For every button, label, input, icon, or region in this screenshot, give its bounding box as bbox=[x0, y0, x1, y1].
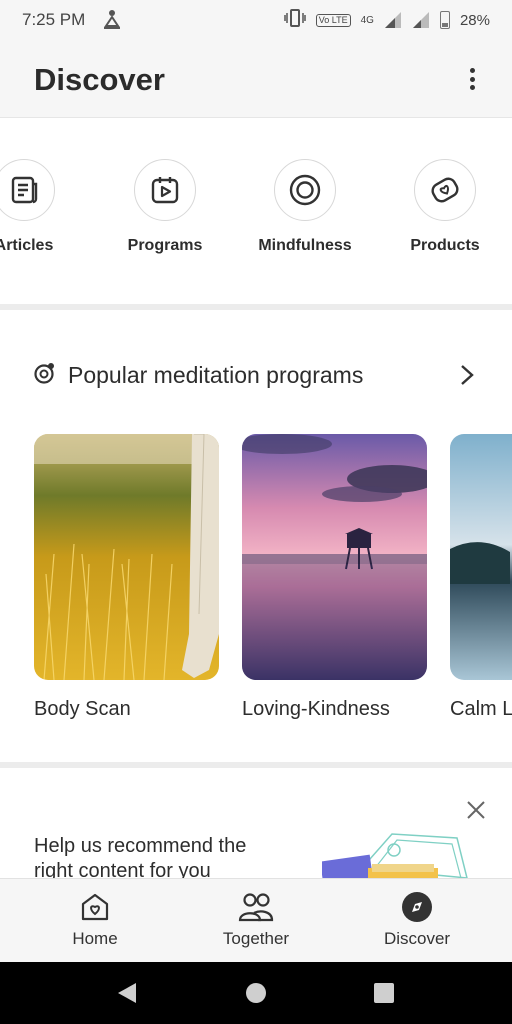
system-navigation-bar bbox=[0, 962, 512, 1024]
program-thumbnail bbox=[242, 434, 427, 680]
nav-label: Together bbox=[222, 929, 290, 948]
program-thumbnail bbox=[34, 434, 219, 680]
section-header[interactable]: Popular meditation programs bbox=[34, 362, 363, 389]
category-programs[interactable]: Programs bbox=[95, 159, 235, 255]
volte-badge: Vo LTE bbox=[315, 13, 351, 27]
nav-home[interactable]: Home bbox=[30, 889, 160, 949]
program-name: Calm L bbox=[450, 698, 512, 720]
nav-together[interactable]: Together bbox=[191, 889, 321, 949]
category-row: Articles Programs Mindfulness Products bbox=[0, 119, 512, 310]
status-time: 7:25 PM bbox=[22, 10, 86, 29]
status-icons: Vo LTE 4G 28% bbox=[284, 9, 490, 31]
battery-icon bbox=[439, 11, 450, 29]
signal-icon bbox=[384, 11, 402, 29]
vibrate-icon bbox=[284, 9, 306, 31]
category-label: Programs bbox=[127, 237, 203, 254]
bottom-navigation: Home Together Discover bbox=[0, 878, 512, 962]
nav-label: Discover bbox=[383, 929, 451, 948]
network-label: 4G bbox=[360, 14, 374, 26]
battery-percent: 28% bbox=[459, 11, 490, 29]
category-products[interactable]: Products bbox=[375, 159, 512, 255]
recommend-illustration bbox=[320, 828, 482, 878]
recommend-banner: Help us recommend the right content for … bbox=[0, 774, 512, 878]
recommend-line-2: right content for you bbox=[34, 860, 211, 878]
status-bar: 7:25 PM Vo LTE 4G 28% bbox=[0, 0, 512, 40]
close-icon[interactable] bbox=[466, 800, 486, 820]
home-heart-icon bbox=[30, 889, 160, 925]
category-label: Mindfulness bbox=[258, 237, 352, 254]
category-label: Articles bbox=[0, 237, 54, 254]
popular-programs-section: Popular meditation programs Body Scan Lo… bbox=[0, 316, 512, 768]
article-icon bbox=[0, 159, 55, 221]
program-name: Body Scan bbox=[34, 698, 131, 720]
compass-icon bbox=[352, 889, 482, 925]
page-title: Discover bbox=[34, 62, 165, 97]
home-circle-icon[interactable] bbox=[245, 982, 267, 1009]
app-header: Discover bbox=[0, 40, 512, 118]
chevron-right-icon[interactable] bbox=[460, 364, 474, 391]
recents-square-icon[interactable] bbox=[373, 982, 395, 1009]
more-vertical-icon[interactable] bbox=[462, 64, 482, 94]
section-title: Popular meditation programs bbox=[68, 362, 364, 388]
nav-discover[interactable]: Discover bbox=[352, 889, 482, 949]
nav-label: Home bbox=[72, 929, 118, 948]
recommend-text: Help us recommend the right content for … bbox=[34, 834, 246, 878]
program-card-loving-kindness[interactable]: Loving-Kindness bbox=[242, 434, 427, 721]
category-label: Products bbox=[410, 237, 480, 254]
program-name: Loving-Kindness bbox=[242, 698, 390, 720]
meditation-icon bbox=[34, 362, 56, 389]
program-thumbnail bbox=[450, 434, 512, 680]
mindfulness-icon bbox=[274, 159, 336, 221]
people-icon bbox=[191, 889, 321, 925]
program-play-icon bbox=[134, 159, 196, 221]
back-icon[interactable] bbox=[116, 982, 138, 1009]
signal-icon-2 bbox=[412, 11, 430, 29]
category-mindfulness[interactable]: Mindfulness bbox=[235, 159, 375, 255]
notification-icon bbox=[102, 8, 122, 35]
program-card-calm[interactable]: Calm L bbox=[450, 434, 512, 721]
program-card-body-scan[interactable]: Body Scan bbox=[34, 434, 219, 721]
recommend-line-1: Help us recommend the bbox=[34, 835, 247, 857]
category-articles[interactable]: Articles bbox=[0, 159, 94, 255]
products-icon bbox=[414, 159, 476, 221]
